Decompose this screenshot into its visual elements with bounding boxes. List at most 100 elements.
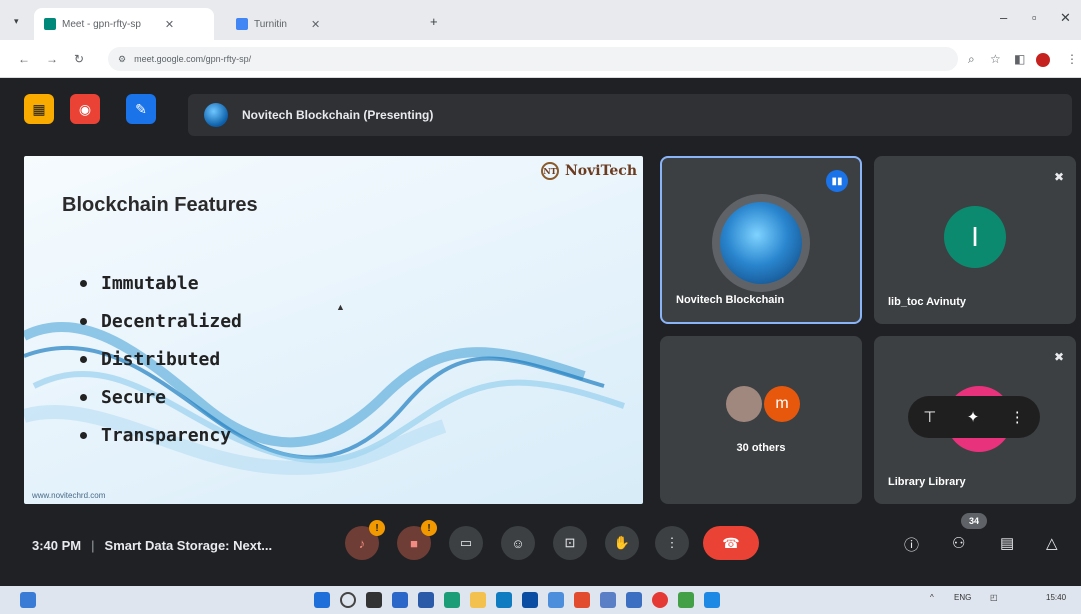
bullet-icon: [80, 317, 87, 325]
warning-icon: !: [369, 520, 385, 536]
address-text[interactable]: meet.google.com/gpn-rfty-sp/: [134, 54, 251, 64]
meeting-time: 3:40 PM: [32, 538, 82, 553]
others-count-label: 30 others: [736, 442, 786, 454]
tray-chevron-icon[interactable]: ^: [930, 593, 934, 602]
raise-hand-button[interactable]: ✋: [605, 526, 639, 560]
system-clock[interactable]: 15:40: [1046, 593, 1066, 602]
profile-avatar[interactable]: [1036, 53, 1050, 67]
edge-icon[interactable]: [444, 592, 460, 608]
participant-tile-libtoc[interactable]: ✖ I lib_toc Avinuty: [874, 156, 1076, 324]
file-explorer-icon[interactable]: [418, 592, 434, 608]
mic-off-icon: ✖: [1053, 350, 1064, 364]
bullet-text: Immutable: [101, 272, 199, 294]
mic-toggle-button[interactable]: ♪!: [345, 520, 385, 560]
more-vert-icon: ⋮: [665, 535, 679, 550]
tab-turnitin[interactable]: Turnitin ✕: [226, 8, 426, 40]
folder-icon[interactable]: [470, 592, 486, 608]
pin-icon[interactable]: ⊤: [923, 408, 936, 426]
widgets-icon[interactable]: [20, 592, 36, 608]
avatar-image: [720, 202, 802, 284]
browser-menu-icon[interactable]: ⋮: [1066, 52, 1078, 66]
window-close-icon[interactable]: ✕: [1060, 10, 1071, 26]
recording-button[interactable]: ◉: [70, 94, 100, 124]
record-icon: ◉: [78, 100, 92, 117]
address-bar[interactable]: ⚙ meet.google.com/gpn-rfty-sp/: [108, 47, 958, 71]
end-call-button[interactable]: ☎: [703, 526, 759, 560]
store-icon[interactable]: [496, 592, 512, 608]
tab-close-icon[interactable]: ✕: [311, 18, 320, 31]
list-item: Immutable: [80, 264, 242, 302]
side-panel-icon[interactable]: ◧: [1014, 52, 1025, 66]
app-icon[interactable]: [548, 592, 564, 608]
app-icon[interactable]: [704, 592, 720, 608]
chat-icon[interactable]: ▤: [1000, 534, 1014, 552]
app-icon[interactable]: [678, 592, 694, 608]
mail-icon[interactable]: [522, 592, 538, 608]
emoji-icon: ☺: [511, 535, 525, 551]
tab-turnitin-label: Turnitin: [254, 18, 287, 30]
participant-name: Novitech Blockchain: [676, 294, 785, 306]
app-icon[interactable]: [600, 592, 616, 608]
more-options-button[interactable]: ⋮: [655, 526, 689, 560]
app-icon[interactable]: [574, 592, 590, 608]
activities-icon[interactable]: △: [1046, 534, 1058, 552]
chrome-icon[interactable]: [652, 592, 668, 608]
forward-icon[interactable]: →: [46, 52, 58, 66]
emoji-button[interactable]: ☺: [501, 526, 535, 560]
mouse-cursor-icon: ▲: [336, 302, 345, 312]
participant-tile-novitech[interactable]: ▮▮ Novitech Blockchain: [660, 156, 862, 324]
bullet-icon: [80, 393, 87, 401]
meet-favicon-icon: [44, 18, 56, 30]
presenting-banner[interactable]: Novitech Blockchain (Presenting): [188, 94, 1072, 136]
people-icon[interactable]: ⚇: [952, 534, 965, 552]
site-info-icon[interactable]: ⚙: [118, 54, 126, 65]
list-item: Transparency: [80, 416, 242, 454]
tab-meet[interactable]: Meet - gpn-rfty-sp ✕: [34, 8, 214, 40]
participant-tile-others[interactable]: m 30 others: [660, 336, 862, 504]
task-view-icon[interactable]: [366, 592, 382, 608]
participant-name: Library Library: [888, 476, 966, 488]
bullet-text: Transparency: [101, 424, 232, 446]
bookmark-star-icon[interactable]: ☆: [990, 52, 1001, 66]
bullet-icon: [80, 355, 87, 363]
tab-close-icon[interactable]: ✕: [165, 18, 174, 31]
captions-icon: ▭: [459, 535, 473, 550]
new-tab-icon[interactable]: +: [430, 14, 438, 29]
search-icon[interactable]: [340, 592, 356, 608]
mic-off-icon: ✖: [1053, 170, 1064, 184]
notes-button[interactable]: ✎: [126, 94, 156, 124]
notes-icon: ✎: [135, 100, 147, 117]
captions-button[interactable]: ▭: [449, 526, 483, 560]
bullet-text: Decentralized: [101, 310, 242, 332]
chat-app-icon[interactable]: [392, 592, 408, 608]
participant-tile-library[interactable]: ✖ ⊤ ✦ ⋮ Library Library: [874, 336, 1076, 504]
reload-icon[interactable]: ↻: [74, 52, 84, 66]
back-icon[interactable]: ←: [18, 52, 30, 66]
avatar: [712, 194, 810, 292]
effects-sparkle-icon[interactable]: ✦: [967, 408, 980, 426]
zoom-icon[interactable]: ⌕: [968, 52, 975, 67]
maximize-icon[interactable]: ▫: [1032, 10, 1037, 25]
present-button[interactable]: ⊡: [553, 526, 587, 560]
tab-search-icon[interactable]: ▾: [14, 16, 19, 27]
novitech-emblem-icon: NT: [540, 162, 559, 180]
meeting-info: 3:40 PM | Smart Data Storage: Next...: [32, 538, 272, 553]
bullet-list: Immutable Decentralized Distributed Secu…: [80, 264, 242, 454]
minimize-icon[interactable]: –: [1000, 10, 1007, 25]
avatar: m: [764, 386, 800, 422]
info-icon[interactable]: ⓘ: [904, 534, 919, 555]
camera-toggle-button[interactable]: ■!: [397, 520, 437, 560]
mic-off-icon: ♪: [358, 535, 366, 551]
list-item: Decentralized: [80, 302, 242, 340]
app-icon[interactable]: [626, 592, 642, 608]
presenter-avatar: [204, 103, 228, 127]
more-vert-icon[interactable]: ⋮: [1010, 408, 1025, 426]
bullet-icon: [80, 279, 87, 287]
start-icon[interactable]: [314, 592, 330, 608]
meet-stage: ▦ ◉ ✎ Novitech Blockchain (Presenting) N…: [0, 78, 1081, 586]
avatar: I: [944, 206, 1006, 268]
network-icon[interactable]: ◰: [990, 593, 998, 602]
meeting-title: Smart Data Storage: Next...: [104, 538, 273, 553]
meeting-activity-button[interactable]: ▦: [24, 94, 54, 124]
language-indicator[interactable]: ENG: [954, 593, 971, 602]
